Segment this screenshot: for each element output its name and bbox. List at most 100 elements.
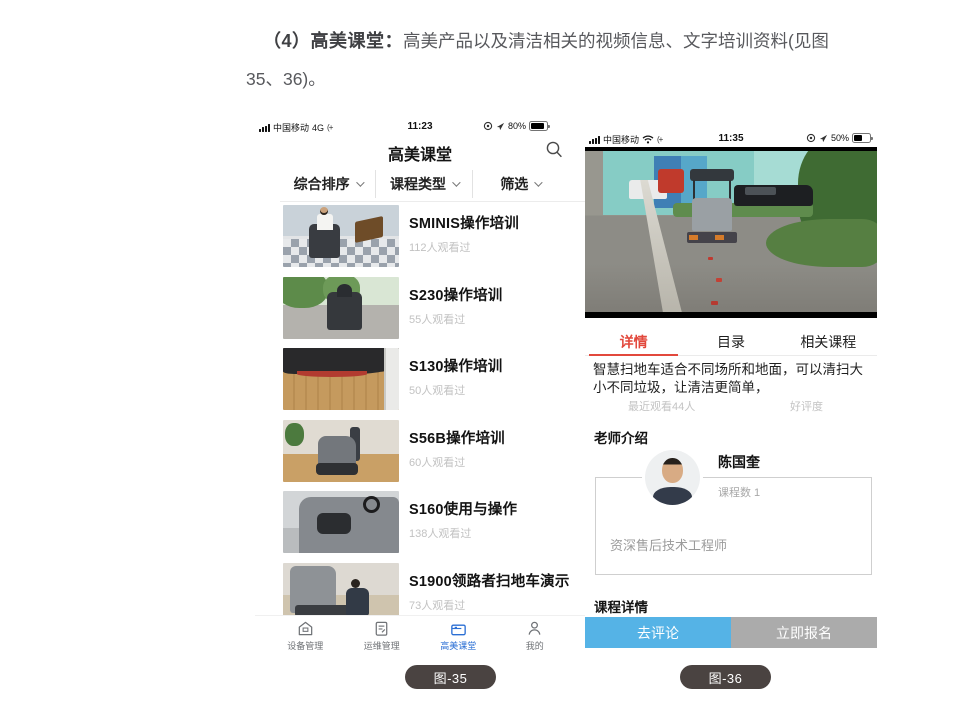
scene-sweeper-machine [690, 169, 734, 246]
battery-percent: 80% [508, 121, 526, 131]
course-views: 138人观看过 [409, 525, 517, 541]
course-description: 智慧扫地车适合不同场所和地面，可以清扫大小不同垃圾，让清洁更简单， [593, 361, 875, 396]
course-title: S56B操作培训 [409, 427, 505, 448]
scene-hedge [766, 219, 877, 267]
teacher-job-title: 资深售后技术工程师 [610, 535, 727, 554]
page-title: 高美课堂 [255, 141, 585, 165]
chevron-down-icon [534, 178, 542, 186]
thumb-person [317, 214, 333, 230]
tab-mine[interactable]: 我的 [497, 619, 574, 652]
section-heading: （4）高美课堂：高美产品以及清洁相关的视频信息、文字培训资料(见图 35、36)… [246, 22, 926, 98]
scene-red-vehicle [658, 169, 684, 193]
divider [280, 201, 585, 202]
sweeper-canopy [690, 169, 734, 181]
video-player[interactable] [585, 147, 877, 318]
course-info: S56B操作培训 60人观看过 [409, 420, 505, 482]
course-thumbnail [283, 205, 399, 267]
rotation-lock-icon [483, 121, 493, 131]
detail-tabs: 详情 目录 相关课程 [585, 326, 877, 355]
tab-ops-management[interactable]: 运维管理 [344, 619, 421, 652]
course-title: S130操作培训 [409, 355, 502, 376]
filter-type-label: 课程类型 [390, 174, 446, 194]
thumb-machine [318, 436, 356, 476]
course-thumbnail [283, 348, 399, 410]
enroll-button[interactable]: 立即报名 [731, 617, 877, 648]
person-icon [525, 619, 544, 638]
chevron-down-icon [356, 178, 364, 186]
figure-caption-35: 图-35 [405, 665, 496, 689]
rotation-lock-icon [806, 133, 816, 143]
status-bar: 中国移动 4G (+ 11:23 80% [255, 120, 585, 135]
video-frame [585, 151, 877, 312]
briefcase-icon [449, 619, 468, 638]
tab-classroom-active[interactable]: 高美课堂 [420, 619, 497, 652]
tab-label: 设备管理 [287, 639, 323, 652]
thumb-trees [283, 277, 328, 308]
filter-course-type[interactable]: 课程类型 [375, 170, 471, 198]
tab-label: 我的 [526, 639, 544, 652]
bottom-tab-bar: 设备管理 运维管理 高美课堂 [255, 615, 585, 652]
course-info: S230操作培训 55人观看过 [409, 277, 502, 339]
tab-device-management[interactable]: 设备管理 [267, 619, 344, 652]
scene-litter [708, 257, 713, 260]
status-right: 50% [806, 133, 871, 143]
course-title: S1900领路者扫地车演示 [409, 570, 570, 591]
teacher-course-count: 课程数 1 [718, 484, 760, 500]
course-row[interactable]: S130操作培训 50人观看过 [283, 348, 585, 410]
thumb-machine [290, 566, 336, 613]
filter-sort-label: 综合排序 [294, 174, 350, 194]
thumb-machine [327, 292, 362, 330]
thumb-person [346, 588, 369, 617]
course-thumbnail [283, 277, 399, 339]
filter-sort[interactable]: 综合排序 [280, 170, 375, 198]
course-info: S160使用与操作 138人观看过 [409, 491, 517, 553]
course-views: 112人观看过 [409, 239, 519, 255]
course-views: 60人观看过 [409, 454, 505, 470]
rating-label: 好评度 [790, 398, 823, 414]
manual-page: （4）高美课堂：高美产品以及清洁相关的视频信息、文字培训资料(见图 35、36)… [0, 0, 980, 724]
filter-filter[interactable]: 筛选 [472, 170, 568, 198]
course-row[interactable]: S160使用与操作 138人观看过 [283, 491, 585, 553]
course-row[interactable]: S56B操作培训 60人观看过 [283, 420, 585, 482]
active-tab-underline [589, 354, 678, 356]
section-heading-line2: 35、36)。 [246, 69, 326, 89]
comment-button[interactable]: 去评论 [585, 617, 731, 648]
action-buttons: 去评论 立即报名 [585, 617, 877, 648]
tab-detail[interactable]: 详情 [585, 326, 682, 355]
course-thumbnail [283, 420, 399, 482]
course-views: 50人观看过 [409, 382, 502, 398]
section-heading-bold: （4）高美课堂： [263, 31, 403, 51]
tab-label: 运维管理 [364, 639, 400, 652]
filter-bar: 综合排序 课程类型 筛选 [280, 170, 568, 198]
course-title: S230操作培训 [409, 284, 502, 305]
phone-screenshot-classroom-list: 中国移动 4G (+ 11:23 80% 高美课堂 [255, 118, 585, 652]
scene-black-car [734, 185, 813, 206]
sweeper-brushes [687, 232, 736, 243]
course-list: SMINIS操作培训 112人观看过 S230操作培训 55人观看过 [255, 205, 585, 634]
phone-screenshot-course-detail: 中国移动 (+ 11:35 50% [585, 130, 877, 648]
course-title: S160使用与操作 [409, 498, 517, 519]
clipboard-icon [372, 619, 391, 638]
course-row[interactable]: S230操作培训 55人观看过 [283, 277, 585, 339]
thumb-plant [285, 423, 304, 445]
tab-catalog[interactable]: 目录 [682, 326, 779, 355]
location-arrow-icon [496, 122, 505, 131]
status-right: 80% [483, 121, 548, 131]
teacher-section-title: 老师介绍 [594, 427, 648, 447]
teacher-name: 陈国奎 [718, 452, 760, 472]
tab-label: 高美课堂 [440, 639, 476, 652]
scene-litter [711, 301, 718, 305]
course-title: SMINIS操作培训 [409, 212, 519, 233]
recent-views-label: 最近观看44人 [628, 398, 695, 414]
building-icon [296, 619, 315, 638]
chevron-down-icon [452, 178, 460, 186]
course-detail-section-title: 课程详情 [594, 596, 648, 616]
thumb-wall [384, 348, 399, 410]
course-info: S130操作培训 50人观看过 [409, 348, 502, 410]
sweeper-body [692, 198, 732, 230]
tab-related-courses[interactable]: 相关课程 [780, 326, 877, 355]
section-heading-text: 高美产品以及清洁相关的视频信息、文字培训资料(见图 [403, 31, 829, 51]
course-thumbnail [283, 491, 399, 553]
course-row[interactable]: SMINIS操作培训 112人观看过 [283, 205, 585, 267]
search-icon[interactable] [545, 140, 563, 158]
